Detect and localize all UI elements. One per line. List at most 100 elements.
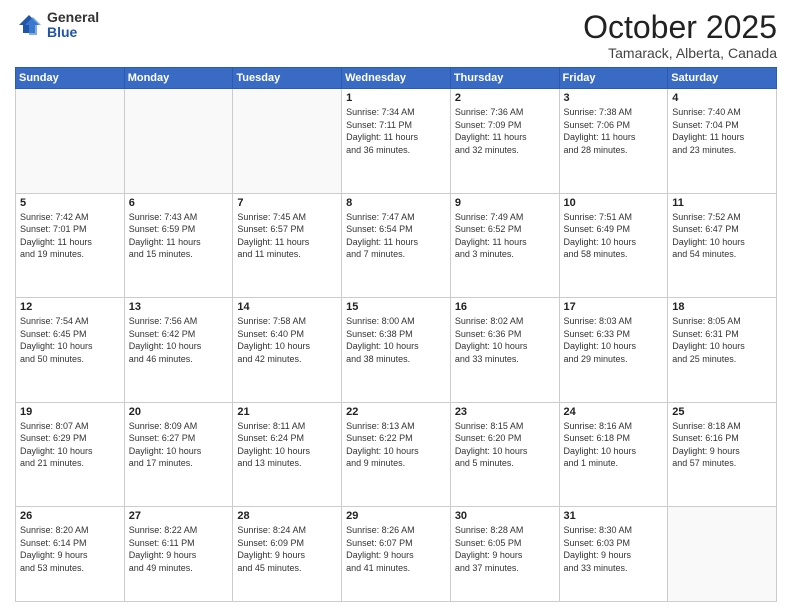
title-block: October 2025 Tamarack, Alberta, Canada xyxy=(583,10,777,61)
day-info: Sunrise: 7:45 AM Sunset: 6:57 PM Dayligh… xyxy=(237,211,337,261)
day-number: 31 xyxy=(564,510,664,522)
calendar-week-5: 26Sunrise: 8:20 AM Sunset: 6:14 PM Dayli… xyxy=(16,507,777,602)
col-thursday: Thursday xyxy=(450,68,559,89)
day-number: 7 xyxy=(237,197,337,209)
day-number: 13 xyxy=(129,301,229,313)
table-row: 3 Sunrise: 7:38 AM Sunset: 7:06 PM Daylig… xyxy=(559,89,668,193)
day-number: 30 xyxy=(455,510,555,522)
table-row: 19 Sunrise: 8:07 AM Sunset: 6:29 PM Dayli… xyxy=(16,402,125,506)
day-number: 29 xyxy=(346,510,446,522)
day-info: Sunrise: 7:58 AM Sunset: 6:40 PM Dayligh… xyxy=(237,315,337,365)
table-row xyxy=(16,89,125,193)
day-info: Sunrise: 8:00 AM Sunset: 6:38 PM Dayligh… xyxy=(346,315,446,365)
day-number: 17 xyxy=(564,301,664,313)
day-number: 23 xyxy=(455,406,555,418)
day-number: 27 xyxy=(129,510,229,522)
day-info: Sunrise: 8:18 AM Sunset: 6:16 PM Dayligh… xyxy=(672,420,772,470)
day-number: 14 xyxy=(237,301,337,313)
day-number: 19 xyxy=(20,406,120,418)
table-row: 26Sunrise: 8:20 AM Sunset: 6:14 PM Dayli… xyxy=(16,507,125,602)
day-number: 5 xyxy=(20,197,120,209)
table-row: 24 Sunrise: 8:16 AM Sunset: 6:18 PM Dayli… xyxy=(559,402,668,506)
header: General Blue October 2025 Tamarack, Albe… xyxy=(15,10,777,61)
day-number: 20 xyxy=(129,406,229,418)
calendar-week-2: 5 Sunrise: 7:42 AM Sunset: 7:01 PM Daylig… xyxy=(16,193,777,297)
month-title: October 2025 xyxy=(583,10,777,45)
col-sunday: Sunday xyxy=(16,68,125,89)
day-number: 11 xyxy=(672,197,772,209)
calendar: Sunday Monday Tuesday Wednesday Thursday… xyxy=(15,67,777,602)
day-number: 8 xyxy=(346,197,446,209)
table-row: 27 Sunrise: 8:22 AM Sunset: 6:11 PM Dayli… xyxy=(124,507,233,602)
col-wednesday: Wednesday xyxy=(342,68,451,89)
day-info: Sunrise: 7:34 AM Sunset: 7:11 PM Dayligh… xyxy=(346,106,446,156)
subtitle: Tamarack, Alberta, Canada xyxy=(583,45,777,61)
day-info: Sunrise: 7:51 AM Sunset: 6:49 PM Dayligh… xyxy=(564,211,664,261)
day-info: Sunrise: 7:54 AM Sunset: 6:45 PM Dayligh… xyxy=(20,315,120,365)
table-row: 8Sunrise: 7:47 AM Sunset: 6:54 PM Daylig… xyxy=(342,193,451,297)
table-row: 7 Sunrise: 7:45 AM Sunset: 6:57 PM Daylig… xyxy=(233,193,342,297)
table-row: 25 Sunrise: 8:18 AM Sunset: 6:16 PM Dayli… xyxy=(668,402,777,506)
table-row: 28Sunrise: 8:24 AM Sunset: 6:09 PM Dayli… xyxy=(233,507,342,602)
day-info: Sunrise: 8:26 AM Sunset: 6:07 PM Dayligh… xyxy=(346,524,446,574)
table-row: 1Sunrise: 7:34 AM Sunset: 7:11 PM Daylig… xyxy=(342,89,451,193)
day-info: Sunrise: 8:16 AM Sunset: 6:18 PM Dayligh… xyxy=(564,420,664,470)
calendar-week-1: 1Sunrise: 7:34 AM Sunset: 7:11 PM Daylig… xyxy=(16,89,777,193)
day-number: 4 xyxy=(672,92,772,104)
day-info: Sunrise: 8:30 AM Sunset: 6:03 PM Dayligh… xyxy=(564,524,664,574)
day-info: Sunrise: 8:02 AM Sunset: 6:36 PM Dayligh… xyxy=(455,315,555,365)
day-number: 22 xyxy=(346,406,446,418)
day-info: Sunrise: 8:03 AM Sunset: 6:33 PM Dayligh… xyxy=(564,315,664,365)
table-row xyxy=(233,89,342,193)
logo-blue: Blue xyxy=(47,25,99,40)
col-friday: Friday xyxy=(559,68,668,89)
col-saturday: Saturday xyxy=(668,68,777,89)
day-number: 25 xyxy=(672,406,772,418)
day-info: Sunrise: 7:38 AM Sunset: 7:06 PM Dayligh… xyxy=(564,106,664,156)
table-row: 13 Sunrise: 7:56 AM Sunset: 6:42 PM Dayli… xyxy=(124,298,233,402)
day-info: Sunrise: 8:07 AM Sunset: 6:29 PM Dayligh… xyxy=(20,420,120,470)
day-info: Sunrise: 7:52 AM Sunset: 6:47 PM Dayligh… xyxy=(672,211,772,261)
day-number: 12 xyxy=(20,301,120,313)
day-info: Sunrise: 8:20 AM Sunset: 6:14 PM Dayligh… xyxy=(20,524,120,574)
col-monday: Monday xyxy=(124,68,233,89)
logo: General Blue xyxy=(15,10,99,41)
table-row: 23 Sunrise: 8:15 AM Sunset: 6:20 PM Dayli… xyxy=(450,402,559,506)
calendar-header-row: Sunday Monday Tuesday Wednesday Thursday… xyxy=(16,68,777,89)
table-row: 31 Sunrise: 8:30 AM Sunset: 6:03 PM Dayli… xyxy=(559,507,668,602)
logo-general: General xyxy=(47,10,99,25)
day-info: Sunrise: 8:22 AM Sunset: 6:11 PM Dayligh… xyxy=(129,524,229,574)
calendar-week-3: 12 Sunrise: 7:54 AM Sunset: 6:45 PM Dayli… xyxy=(16,298,777,402)
table-row: 18Sunrise: 8:05 AM Sunset: 6:31 PM Dayli… xyxy=(668,298,777,402)
day-number: 2 xyxy=(455,92,555,104)
table-row: 20Sunrise: 8:09 AM Sunset: 6:27 PM Dayli… xyxy=(124,402,233,506)
day-number: 24 xyxy=(564,406,664,418)
day-number: 3 xyxy=(564,92,664,104)
day-number: 21 xyxy=(237,406,337,418)
day-info: Sunrise: 7:36 AM Sunset: 7:09 PM Dayligh… xyxy=(455,106,555,156)
table-row: 14 Sunrise: 7:58 AM Sunset: 6:40 PM Dayli… xyxy=(233,298,342,402)
day-info: Sunrise: 7:40 AM Sunset: 7:04 PM Dayligh… xyxy=(672,106,772,156)
day-number: 9 xyxy=(455,197,555,209)
day-number: 28 xyxy=(237,510,337,522)
page: General Blue October 2025 Tamarack, Albe… xyxy=(0,0,792,612)
table-row: 17 Sunrise: 8:03 AM Sunset: 6:33 PM Dayli… xyxy=(559,298,668,402)
day-info: Sunrise: 7:42 AM Sunset: 7:01 PM Dayligh… xyxy=(20,211,120,261)
table-row: 15Sunrise: 8:00 AM Sunset: 6:38 PM Dayli… xyxy=(342,298,451,402)
day-info: Sunrise: 8:11 AM Sunset: 6:24 PM Dayligh… xyxy=(237,420,337,470)
table-row: 12 Sunrise: 7:54 AM Sunset: 6:45 PM Dayli… xyxy=(16,298,125,402)
table-row xyxy=(668,507,777,602)
logo-icon xyxy=(15,11,43,39)
table-row: 11 Sunrise: 7:52 AM Sunset: 6:47 PM Dayli… xyxy=(668,193,777,297)
col-tuesday: Tuesday xyxy=(233,68,342,89)
table-row: 4 Sunrise: 7:40 AM Sunset: 7:04 PM Daylig… xyxy=(668,89,777,193)
day-info: Sunrise: 8:15 AM Sunset: 6:20 PM Dayligh… xyxy=(455,420,555,470)
table-row: 5 Sunrise: 7:42 AM Sunset: 7:01 PM Daylig… xyxy=(16,193,125,297)
table-row: 9Sunrise: 7:49 AM Sunset: 6:52 PM Daylig… xyxy=(450,193,559,297)
day-info: Sunrise: 7:56 AM Sunset: 6:42 PM Dayligh… xyxy=(129,315,229,365)
calendar-week-4: 19 Sunrise: 8:07 AM Sunset: 6:29 PM Dayli… xyxy=(16,402,777,506)
table-row: 21 Sunrise: 8:11 AM Sunset: 6:24 PM Dayli… xyxy=(233,402,342,506)
table-row: 29 Sunrise: 8:26 AM Sunset: 6:07 PM Dayli… xyxy=(342,507,451,602)
day-info: Sunrise: 8:28 AM Sunset: 6:05 PM Dayligh… xyxy=(455,524,555,574)
table-row: 2 Sunrise: 7:36 AM Sunset: 7:09 PM Daylig… xyxy=(450,89,559,193)
